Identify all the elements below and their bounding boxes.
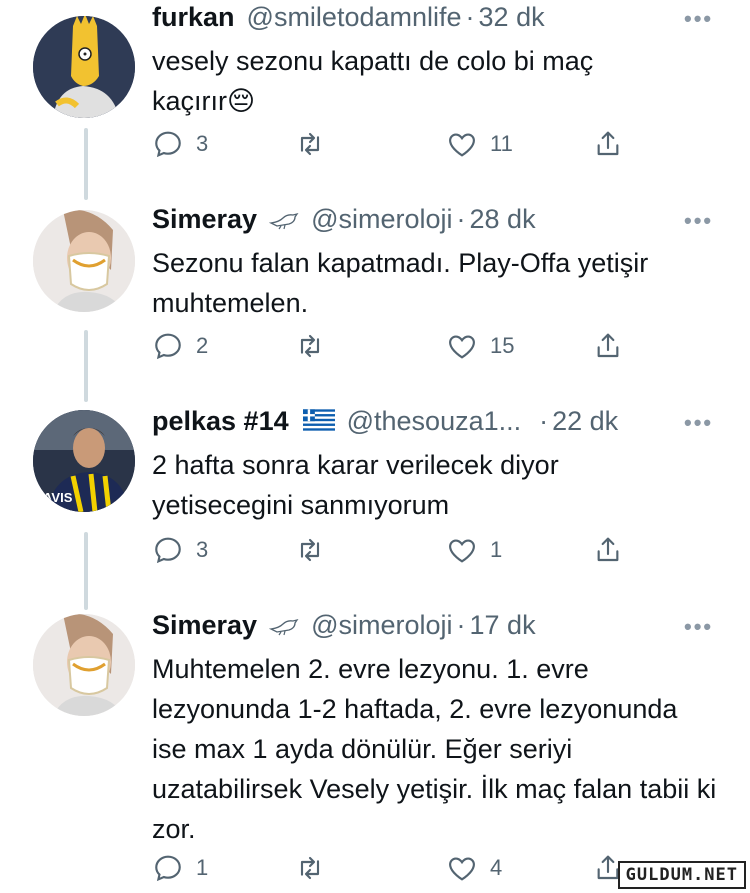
heart-icon [449, 857, 475, 881]
like-button[interactable]: 11 [446, 128, 513, 160]
masked-woman-avatar-icon [33, 210, 135, 312]
share-button[interactable] [592, 534, 624, 566]
like-button[interactable]: 15 [446, 330, 514, 362]
tweet-text: vesely sezonu kapattı de colo bi maç kaç… [152, 46, 594, 116]
share-icon [597, 537, 619, 562]
handle[interactable]: @thesouza1... [347, 406, 522, 437]
share-icon [597, 333, 619, 358]
more-options-icon[interactable]: ••• [684, 614, 713, 640]
tweet-text: Sezonu falan kapatmadı. Play-Offa yetişi… [152, 248, 649, 318]
handle[interactable]: @smiletodamnlife [247, 2, 462, 33]
reply-count: 1 [196, 855, 209, 880]
tweet-actions: 1 4 [152, 852, 632, 892]
display-name[interactable]: pelkas #14 [152, 406, 289, 437]
retweet-icon [300, 856, 320, 880]
bird-icon [269, 618, 299, 635]
timestamp[interactable]: 28 dk [470, 204, 536, 235]
like-count: 1 [490, 537, 503, 562]
bart-simpson-avatar-icon [33, 16, 135, 118]
retweet-icon [300, 538, 320, 562]
reply-icon [155, 131, 181, 158]
retweet-icon [300, 132, 320, 156]
display-name[interactable]: furkan [152, 2, 235, 33]
greek-flag-icon [302, 408, 335, 431]
like-button[interactable]: 1 [446, 534, 502, 566]
svg-text:AVIS: AVIS [43, 490, 73, 505]
footballer-avatar-icon: AVIS [33, 410, 135, 512]
timestamp[interactable]: 17 dk [470, 610, 536, 641]
share-button[interactable] [592, 128, 624, 160]
reply-count: 3 [196, 131, 209, 156]
tweet-actions: 2 15 [152, 330, 632, 370]
like-count: 11 [490, 131, 513, 156]
reply-button[interactable]: 3 [152, 534, 208, 566]
handle[interactable]: @simeroloji [311, 204, 452, 235]
tweet-actions: 3 11 [152, 128, 632, 168]
timestamp[interactable]: 32 dk [479, 2, 545, 33]
like-count: 15 [490, 333, 515, 358]
heart-icon [449, 335, 475, 359]
retweet-button[interactable] [294, 330, 338, 362]
more-options-icon[interactable]: ••• [684, 208, 713, 234]
reply-count: 2 [196, 333, 209, 358]
avatar[interactable] [33, 614, 135, 716]
reply-count: 3 [196, 537, 209, 562]
reply-icon [155, 855, 181, 882]
tweet-actions: 3 1 [152, 534, 632, 574]
retweet-button[interactable] [294, 852, 338, 884]
heart-icon [449, 539, 475, 563]
tweet-text: Muhtemelen 2. evre lezyonu. 1. evre lezy… [152, 654, 717, 844]
reply-icon [155, 537, 181, 564]
share-icon [597, 131, 619, 156]
bird-icon [269, 212, 299, 229]
reply-icon [155, 333, 181, 360]
separator-dot: · [456, 204, 466, 234]
reply-button[interactable]: 3 [152, 128, 208, 160]
heart-icon [449, 133, 475, 157]
avatar[interactable] [33, 16, 135, 118]
retweet-button[interactable] [294, 534, 338, 566]
share-button[interactable] [592, 330, 624, 362]
more-options-icon[interactable]: ••• [684, 410, 713, 436]
like-count: 4 [490, 855, 503, 880]
tweet-text: 2 hafta sonra karar verilecek diyor yeti… [152, 450, 559, 520]
reply-button[interactable]: 2 [152, 330, 208, 362]
masked-woman-avatar-icon [33, 614, 135, 716]
like-button[interactable]: 4 [446, 852, 502, 884]
display-name[interactable]: Simeray [152, 204, 257, 235]
handle[interactable]: @simeroloji [311, 610, 452, 641]
display-name[interactable]: Simeray [152, 610, 257, 641]
separator-dot: · [465, 2, 475, 32]
watermark: GULDUM.NET [617, 861, 746, 889]
avatar[interactable] [33, 210, 135, 312]
thread-line [84, 330, 88, 402]
timestamp[interactable]: 22 dk [552, 406, 618, 437]
thread-line [84, 128, 88, 200]
reply-button[interactable]: 1 [152, 852, 208, 884]
retweet-button[interactable] [294, 128, 338, 160]
retweet-icon [300, 334, 320, 358]
thread-line [84, 532, 88, 610]
separator-dot: · [456, 610, 466, 640]
separator-dot: · [539, 406, 549, 436]
more-options-icon[interactable]: ••• [684, 6, 713, 32]
avatar[interactable]: AVIS [33, 410, 135, 512]
